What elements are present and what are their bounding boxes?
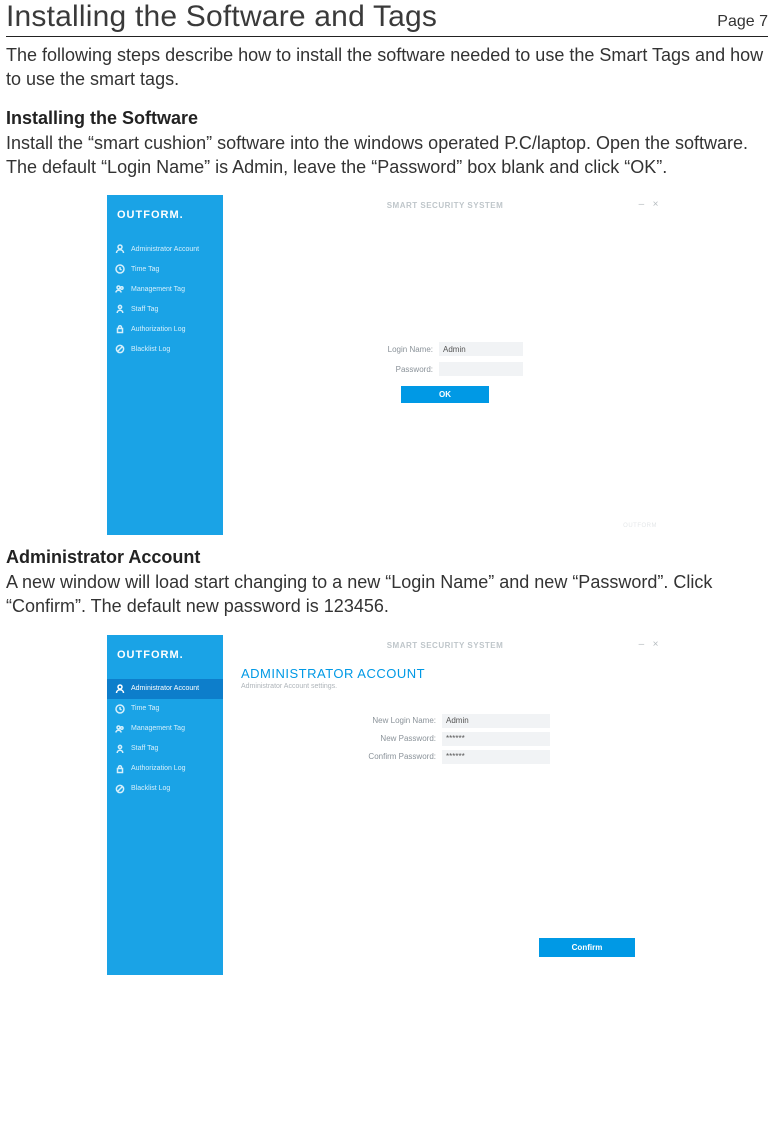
brand-logo: OUTFORM. (107, 635, 223, 679)
sidebar-item-auth-log[interactable]: Authorization Log (107, 319, 223, 339)
staff-icon (115, 744, 125, 754)
window-title: SMART SECURITY SYSTEM – × (223, 635, 667, 650)
ban-icon (115, 344, 125, 354)
sidebar-item-auth-log[interactable]: Authorization Log (107, 759, 223, 779)
minimize-icon[interactable]: – (639, 199, 645, 210)
page-title: Installing the Software and Tags (6, 0, 437, 34)
sidebar-item-label: Blacklist Log (131, 785, 170, 792)
section-body-admin: A new window will load start changing to… (6, 570, 768, 619)
intro-text: The following steps describe how to inst… (6, 43, 768, 92)
page-number: Page 7 (717, 13, 768, 31)
sidebar-item-time-tag[interactable]: Time Tag (107, 699, 223, 719)
confirm-password-label: Confirm Password: (340, 752, 436, 761)
sidebar-item-admin-account[interactable]: Administrator Account (107, 239, 223, 259)
admin-main: SMART SECURITY SYSTEM – × ADMINISTRATOR … (223, 635, 667, 975)
sidebar-item-staff-tag[interactable]: Staff Tag (107, 739, 223, 759)
sidebar-item-time-tag[interactable]: Time Tag (107, 259, 223, 279)
sidebar: OUTFORM. Administrator Account Time Tag … (107, 635, 223, 975)
clock-icon (115, 264, 125, 274)
close-icon[interactable]: × (653, 639, 659, 650)
password-label: Password: (367, 365, 433, 374)
ok-button[interactable]: OK (401, 386, 489, 403)
sidebar-item-label: Time Tag (131, 266, 159, 273)
login-form: Login Name: Password: OK (223, 210, 667, 535)
new-login-label: New Login Name: (340, 716, 436, 725)
lock-icon (115, 324, 125, 334)
login-name-label: Login Name: (367, 345, 433, 354)
ban-icon (115, 784, 125, 794)
new-login-input[interactable] (442, 714, 550, 728)
new-password-input[interactable] (442, 732, 550, 746)
sidebar-item-blacklist-log[interactable]: Blacklist Log (107, 779, 223, 799)
staff-icon (115, 304, 125, 314)
sidebar-item-label: Staff Tag (131, 745, 158, 752)
screenshot-admin: OUTFORM. Administrator Account Time Tag … (107, 635, 667, 975)
login-name-input[interactable] (439, 342, 523, 356)
people-icon (115, 724, 125, 734)
sidebar-item-label: Staff Tag (131, 306, 158, 313)
sidebar-item-label: Authorization Log (131, 326, 185, 333)
sidebar-item-label: Authorization Log (131, 765, 185, 772)
admin-title: ADMINISTRATOR ACCOUNT (241, 666, 649, 681)
window-title: SMART SECURITY SYSTEM – × (223, 195, 667, 210)
sidebar-item-management-tag[interactable]: Management Tag (107, 279, 223, 299)
close-icon[interactable]: × (653, 199, 659, 210)
new-password-label: New Password: (340, 734, 436, 743)
sidebar-item-staff-tag[interactable]: Staff Tag (107, 299, 223, 319)
screenshot-login: OUTFORM. Administrator Account Time Tag … (107, 195, 667, 535)
brand-logo: OUTFORM. (107, 195, 223, 239)
clock-icon (115, 704, 125, 714)
sidebar-item-label: Management Tag (131, 725, 185, 732)
password-input[interactable] (439, 362, 523, 376)
sidebar-item-label: Time Tag (131, 705, 159, 712)
section-heading-install: Installing the Software (6, 108, 768, 129)
lock-icon (115, 764, 125, 774)
section-heading-admin: Administrator Account (6, 547, 768, 568)
person-icon (115, 244, 125, 254)
sidebar-item-label: Administrator Account (131, 246, 199, 253)
admin-form: ADMINISTRATOR ACCOUNT Administrator Acco… (223, 650, 667, 975)
sidebar: OUTFORM. Administrator Account Time Tag … (107, 195, 223, 535)
minimize-icon[interactable]: – (639, 639, 645, 650)
confirm-button[interactable]: Confirm (539, 938, 635, 957)
sidebar-item-label: Management Tag (131, 286, 185, 293)
sidebar-item-management-tag[interactable]: Management Tag (107, 719, 223, 739)
footer-brand: OUTFORM (623, 523, 657, 529)
admin-subtitle: Administrator Account settings. (241, 683, 649, 690)
sidebar-item-blacklist-log[interactable]: Blacklist Log (107, 339, 223, 359)
people-icon (115, 284, 125, 294)
confirm-password-input[interactable] (442, 750, 550, 764)
sidebar-item-label: Administrator Account (131, 685, 199, 692)
login-main: SMART SECURITY SYSTEM – × Login Name: Pa… (223, 195, 667, 535)
person-icon (115, 684, 125, 694)
sidebar-item-label: Blacklist Log (131, 346, 170, 353)
sidebar-item-admin-account[interactable]: Administrator Account (107, 679, 223, 699)
section-body-install: Install the “smart cushion” software int… (6, 131, 768, 180)
